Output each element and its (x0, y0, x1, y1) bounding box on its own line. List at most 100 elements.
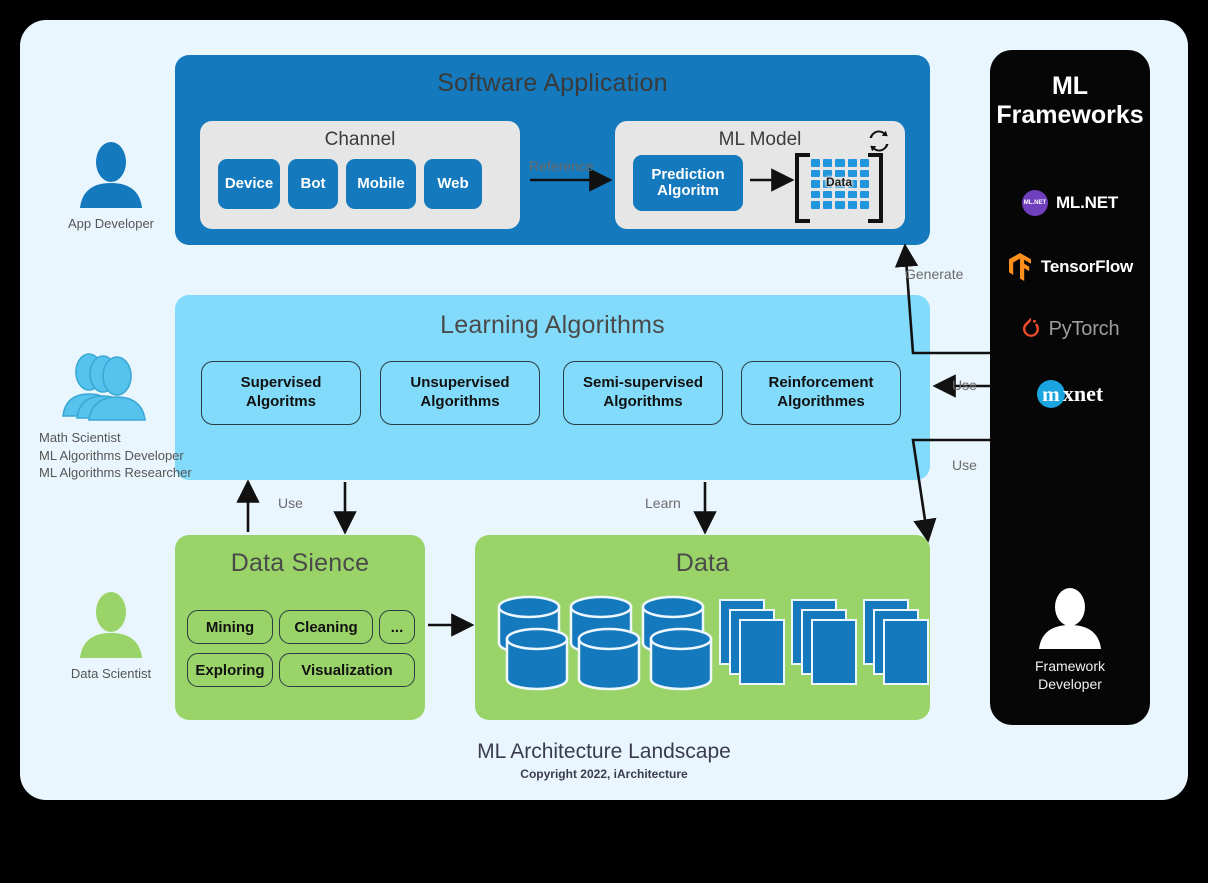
arrow-label-generate: Generate (905, 266, 964, 282)
mlnet-logo-icon: ML.NET (1021, 190, 1048, 216)
matrix-dot (859, 159, 869, 167)
la1-line2: Algorithms (420, 393, 500, 410)
document-stack-icon (787, 593, 865, 697)
channel-chip-bot[interactable]: Bot (288, 159, 338, 209)
algorithm-chip-reinforcement[interactable]: Reinforcement Algorithmes (741, 361, 901, 425)
data-science-title: Data Sience (230, 549, 370, 577)
fw-title-line2: Frameworks (996, 100, 1144, 129)
la0-line1: Supervised (240, 374, 322, 392)
la1-line1: Unsupervised (410, 374, 510, 392)
matrix-dot (823, 201, 833, 209)
la3-line1: Reinforcement (768, 374, 874, 392)
persona-label-data-scientist: Data Scientist (70, 666, 152, 681)
prediction-line-2: Algoritm (657, 182, 719, 199)
framework-item-mxnet[interactable]: m xnet (990, 380, 1150, 408)
fw-dev-line1: Framework (1034, 658, 1105, 674)
diagram-canvas: Software Application Channel Device Bot … (20, 20, 1188, 800)
copyright-text: Copyright 2022, iArchitecture (520, 767, 688, 781)
persona-label-ml-algorithms-researcher: ML Algorithms Researcher (39, 465, 192, 481)
person-icon (80, 592, 142, 658)
algorithm-chip-semi-supervised[interactable]: Semi-supervised Algorithms (563, 361, 723, 425)
framework-label-mlnet: ML.NET (1055, 193, 1119, 212)
matrix-dot (811, 159, 821, 167)
la3-line2: Algorithmes (777, 393, 865, 410)
ds-chip-cleaning[interactable]: Cleaning (279, 610, 373, 644)
channel-card: Channel Device Bot Mobile Web (200, 121, 520, 229)
footer: ML Architecture Landscape Copyright 2022… (20, 740, 1188, 781)
channel-chip-web[interactable]: Web (424, 159, 482, 209)
software-application-section: Software Application Channel Device Bot … (175, 55, 930, 245)
matrix-dot (847, 190, 857, 199)
ml-frameworks-panel: ML Frameworks ML.NET ML.NET TensorFlow P… (990, 50, 1150, 725)
data-section-title: Data (675, 549, 730, 577)
matrix-data-label: Data (825, 175, 852, 189)
la2-line1: Semi-supervised (582, 374, 704, 392)
channel-chip-device[interactable]: Device (218, 159, 280, 209)
software-application-title: Software Application (437, 69, 668, 97)
arrow-label-use-data: Use (952, 457, 977, 473)
person-icon (80, 142, 142, 208)
person-icon (1039, 588, 1101, 649)
arrow-label-use-learning: Use (952, 377, 977, 393)
persona-math-scientist: Math Scientist ML Algorithms Developer M… (36, 350, 192, 482)
data-science-section: Data Sience Mining Cleaning ... Explorin… (175, 535, 425, 720)
framework-developer-label: Framework Developer (990, 658, 1150, 693)
la0-line2: Algoritms (245, 393, 316, 410)
matrix-dot (835, 190, 845, 199)
fw-dev-line2: Developer (1038, 675, 1102, 692)
matrix-dot (847, 201, 857, 209)
persona-labels-math-scientist: Math Scientist ML Algorithms Developer M… (39, 429, 192, 482)
mlnet-badge-text: ML.NET (1023, 200, 1047, 206)
ds-chip-exploring[interactable]: Exploring (187, 653, 273, 687)
arrow-label-reference: Reference (529, 158, 594, 174)
learning-algorithms-title: Learning Algorithms (440, 311, 665, 339)
matrix-dot (811, 201, 821, 209)
arrow-label-learn: Learn (645, 495, 681, 511)
matrix-dot (859, 201, 869, 209)
arrow-label-use-datascience: Use (278, 495, 303, 511)
document-stack-icon (859, 593, 937, 697)
data-matrix: Data (795, 153, 883, 223)
channel-title: Channel (324, 129, 396, 150)
database-cylinder-icon (637, 593, 715, 697)
framework-label-mxnet: xnet (1062, 381, 1104, 406)
ml-model-card: ML Model Prediction Algoritm Data (615, 121, 905, 229)
persona-label-app-developer: App Developer (68, 216, 154, 231)
framework-label-tensorflow: TensorFlow (1040, 257, 1134, 276)
algorithm-chip-unsupervised[interactable]: Unsupervised Algorithms (380, 361, 540, 425)
algorithm-chip-supervised[interactable]: Supervised Algoritms (201, 361, 361, 425)
document-stack-icon (715, 593, 793, 697)
framework-developer-persona: Framework Developer (990, 587, 1150, 693)
channel-chip-mobile[interactable]: Mobile (346, 159, 416, 209)
mxnet-logo-icon: m (1036, 380, 1065, 408)
page-title: ML Architecture Landscape (477, 740, 731, 763)
ds-chip-visualization[interactable]: Visualization (279, 653, 415, 687)
matrix-dot (823, 159, 833, 167)
persona-app-developer: App Developer (36, 140, 186, 233)
matrix-dot (835, 201, 845, 209)
mxnet-badge-letter: m (1042, 381, 1060, 406)
database-cylinder-icon (565, 593, 643, 697)
pytorch-logo-icon (1022, 317, 1039, 337)
framework-item-pytorch[interactable]: PyTorch (990, 316, 1150, 342)
data-section: Data (475, 535, 930, 720)
matrix-dot (847, 159, 857, 167)
prediction-algorithm-chip[interactable]: Prediction Algoritm (633, 155, 743, 211)
la2-line2: Algorithms (603, 393, 683, 410)
persona-data-scientist: Data Scientist (36, 590, 186, 683)
prediction-line-1: Prediction (651, 165, 725, 183)
ml-frameworks-title: ML Frameworks (990, 72, 1150, 130)
matrix-dot (811, 190, 821, 199)
ds-chip-mining[interactable]: Mining (187, 610, 273, 644)
database-cylinder-icon (493, 593, 571, 697)
framework-item-mlnet[interactable]: ML.NET ML.NET (990, 190, 1150, 216)
matrix-dot (823, 190, 833, 199)
framework-item-tensorflow[interactable]: TensorFlow (990, 253, 1150, 281)
framework-label-pytorch: PyTorch (1048, 317, 1120, 340)
persona-label-ml-algorithms-developer: ML Algorithms Developer (39, 447, 184, 463)
ml-model-title: ML Model (718, 129, 802, 150)
refresh-sync-icon (869, 130, 889, 152)
people-group-icon (62, 353, 146, 421)
matrix-dot (835, 159, 845, 167)
ds-chip-more[interactable]: ... (379, 610, 415, 644)
